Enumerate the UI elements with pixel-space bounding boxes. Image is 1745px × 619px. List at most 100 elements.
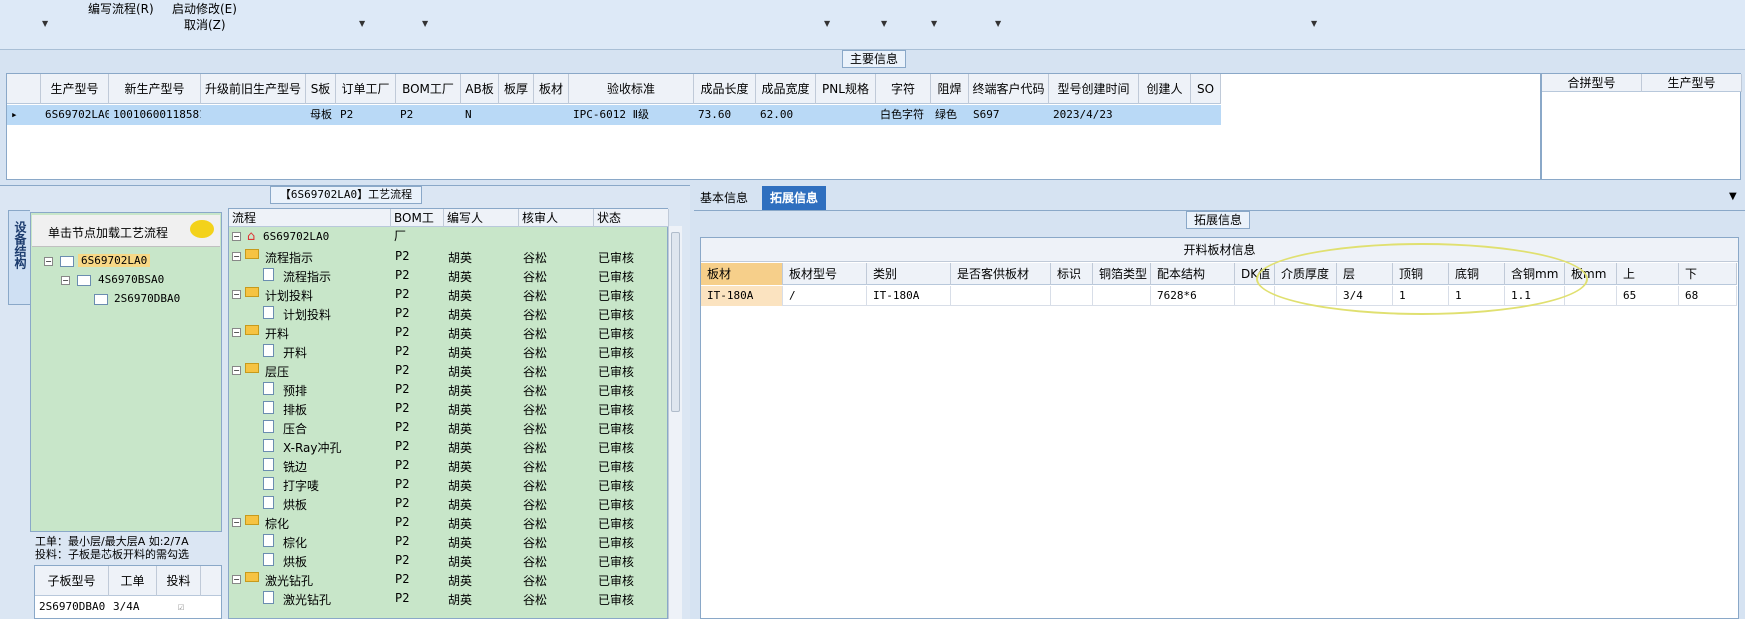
tree-node-root[interactable]: 6S69702LA0: [78, 254, 151, 267]
ext-col-header[interactable]: 板材: [701, 263, 783, 285]
ext-col-header[interactable]: 铜箔类型: [1093, 263, 1151, 285]
main-col-header[interactable]: BOM工厂: [396, 74, 461, 104]
process-bom: P2: [395, 287, 410, 301]
ext-col-header[interactable]: 是否客供板材: [951, 263, 1051, 285]
table-row[interactable]: IT-180A / IT-180A 7628*6 3/4 1 1 1.1 65 68: [701, 286, 1737, 306]
ext-cell: /: [783, 286, 867, 306]
process-row[interactable]: 烘板 P2 胡英 谷松 已审核: [229, 494, 669, 513]
main-col-header[interactable]: SO: [1191, 74, 1221, 104]
process-name: 打字唛: [283, 479, 320, 493]
ext-col-header[interactable]: 下: [1679, 263, 1737, 285]
main-col-header[interactable]: 成品长度: [694, 74, 756, 104]
collapse-icon[interactable]: −: [232, 232, 241, 241]
scroll-thumb[interactable]: [671, 232, 680, 412]
process-status: 已审核: [598, 460, 635, 474]
dropdown-arrow-icon[interactable]: ▼: [931, 19, 937, 28]
collapse-icon[interactable]: −: [44, 257, 53, 266]
main-col-header[interactable]: PNL规格: [816, 74, 876, 104]
main-col-header[interactable]: 型号创建时间: [1049, 74, 1139, 104]
dropdown-arrow-icon[interactable]: ▼: [824, 19, 830, 28]
process-bom: P2: [395, 572, 410, 586]
tab-equipment-structure[interactable]: 设备结构: [8, 210, 30, 305]
process-bom: P2: [395, 591, 410, 605]
main-col-header[interactable]: 板厚: [499, 74, 534, 104]
tab-extended-info[interactable]: 拓展信息: [762, 186, 827, 210]
process-row[interactable]: 流程指示 P2 胡英 谷松 已审核: [229, 266, 669, 285]
ext-col-header[interactable]: 板材型号: [783, 263, 867, 285]
ext-col-header[interactable]: 标识: [1051, 263, 1093, 285]
collapse-icon[interactable]: −: [232, 575, 241, 584]
tab-basic-info[interactable]: 基本信息: [692, 186, 756, 210]
ext-col-header[interactable]: 配本结构: [1151, 263, 1235, 285]
main-col-header[interactable]: 板材: [534, 74, 569, 104]
main-col-header[interactable]: 成品宽度: [756, 74, 816, 104]
process-name: 压合: [283, 422, 308, 436]
write-flow-menu[interactable]: 编写流程(R): [88, 0, 154, 17]
main-col-header[interactable]: 创建人: [1139, 74, 1191, 104]
process-row[interactable]: − 激光钻孔 P2 胡英 谷松 已审核: [229, 570, 669, 589]
main-col-header[interactable]: 字符: [876, 74, 931, 104]
process-row[interactable]: 压合 P2 胡英 谷松 已审核: [229, 418, 669, 437]
main-col-header[interactable]: 验收标准: [569, 74, 694, 104]
merge-col-merged-model: 合拼型号: [1542, 74, 1642, 92]
tree-node-grandchild[interactable]: 2S6970DBA0: [114, 292, 180, 305]
process-row[interactable]: − 流程指示 P2 胡英 谷松 已审核: [229, 247, 669, 266]
main-col-header[interactable]: S板: [306, 74, 336, 104]
process-row[interactable]: 计划投料 P2 胡英 谷松 已审核: [229, 304, 669, 323]
main-col-header[interactable]: 新生产型号: [109, 74, 201, 104]
dropdown-arrow-icon[interactable]: ▼: [42, 19, 48, 28]
main-col-header[interactable]: AB板: [461, 74, 499, 104]
process-row[interactable]: 铣边 P2 胡英 谷松 已审核: [229, 456, 669, 475]
process-status: 已审核: [598, 422, 635, 436]
home-icon: ⌂: [247, 229, 256, 244]
main-col-header[interactable]: 升级前旧生产型号: [201, 74, 306, 104]
tree-node-child[interactable]: 4S6970BSA0: [98, 273, 164, 286]
process-row[interactable]: 烘板 P2 胡英 谷松 已审核: [229, 551, 669, 570]
dropdown-arrow-icon[interactable]: ▼: [359, 19, 365, 28]
process-name: 层压: [265, 365, 290, 379]
process-row[interactable]: − 计划投料 P2 胡英 谷松 已审核: [229, 285, 669, 304]
table-row[interactable]: ▸ 6S69702LA0 10010600118581 母板 P2 P2 N IPC-601…: [7, 105, 1221, 125]
dropdown-arrow-icon[interactable]: ▼: [1311, 19, 1317, 28]
collapse-icon[interactable]: −: [232, 290, 241, 299]
ext-col-header[interactable]: 类别: [867, 263, 951, 285]
dropdown-arrow-icon[interactable]: ▼: [995, 19, 1001, 28]
col-writer: 编写人: [444, 209, 519, 227]
process-writer: 胡英: [448, 574, 473, 588]
main-cell: 白色字符: [880, 108, 924, 121]
process-row[interactable]: 激光钻孔 P2 胡英 谷松 已审核: [229, 589, 669, 608]
collapse-icon[interactable]: −: [232, 366, 241, 375]
table-row[interactable]: 2S6970DBA0 3/4A ☑: [35, 597, 201, 617]
process-row[interactable]: 打字唛 P2 胡英 谷松 已审核: [229, 475, 669, 494]
process-status: 已审核: [598, 498, 635, 512]
feed-checkbox[interactable]: ☑: [157, 597, 201, 617]
process-scrollbar[interactable]: [668, 226, 682, 619]
main-col-header[interactable]: 终端客户代码: [969, 74, 1049, 104]
process-row[interactable]: 排板 P2 胡英 谷松 已审核: [229, 399, 669, 418]
row-pointer-icon: ▸: [11, 108, 18, 121]
process-row[interactable]: − 棕化 P2 胡英 谷松 已审核: [229, 513, 669, 532]
collapse-icon[interactable]: −: [232, 518, 241, 527]
cancel-menu[interactable]: 取消(Z): [184, 16, 226, 33]
process-row[interactable]: 棕化 P2 胡英 谷松 已审核: [229, 532, 669, 551]
main-col-header[interactable]: 阻焊: [931, 74, 969, 104]
process-root-row[interactable]: − ⌂ 6S69702LA0: [229, 228, 669, 247]
process-row[interactable]: − 层压 P2 胡英 谷松 已审核: [229, 361, 669, 380]
ext-col-header[interactable]: 上: [1617, 263, 1679, 285]
collapse-icon[interactable]: −: [232, 252, 241, 261]
node-icon: [94, 294, 108, 305]
process-row[interactable]: − 开料 P2 胡英 谷松 已审核: [229, 323, 669, 342]
main-col-header[interactable]: 生产型号: [41, 74, 109, 104]
main-cell: P2: [340, 108, 354, 121]
collapse-icon[interactable]: −: [61, 276, 70, 285]
process-status: 已审核: [598, 289, 635, 303]
dropdown-arrow-icon[interactable]: ▼: [422, 19, 428, 28]
collapse-icon[interactable]: −: [232, 328, 241, 337]
process-row[interactable]: X-Ray冲孔 P2 胡英 谷松 已审核: [229, 437, 669, 456]
process-row[interactable]: 预排 P2 胡英 谷松 已审核: [229, 380, 669, 399]
panel-menu-arrow-icon[interactable]: ▼: [1729, 191, 1737, 202]
process-row[interactable]: 开料 P2 胡英 谷松 已审核: [229, 342, 669, 361]
main-col-header[interactable]: 订单工厂: [336, 74, 396, 104]
dropdown-arrow-icon[interactable]: ▼: [881, 19, 887, 28]
start-modify-menu[interactable]: 启动修改(E): [172, 0, 237, 17]
